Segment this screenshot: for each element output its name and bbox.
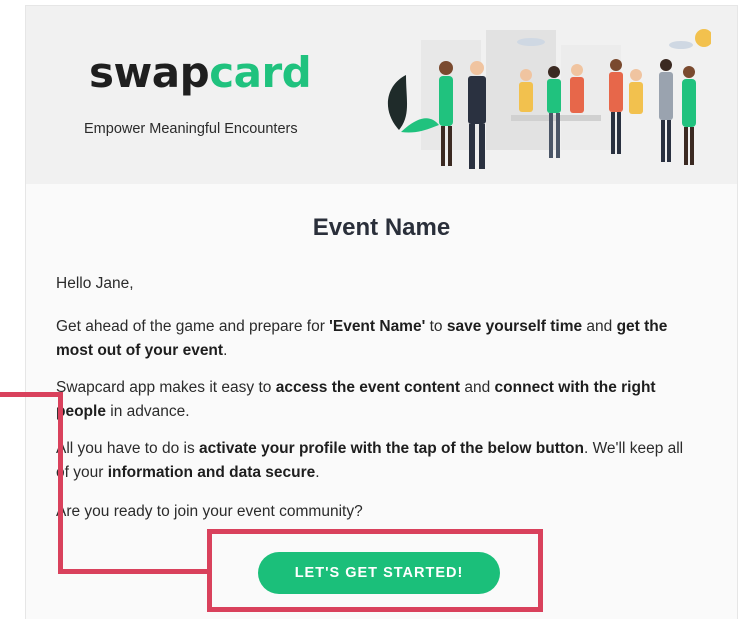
bold-text: activate your profile with the tap of th… [199,440,584,457]
swapcard-logo: swapcard [89,52,312,94]
text: in advance. [105,403,190,420]
text: and [460,379,495,396]
logo-card: card [209,48,312,97]
logo-swap: swap [89,48,210,97]
email-header: swapcard Empower Meaningful Encounters [26,6,737,184]
bold-text: information and data secure [107,464,316,481]
bold-text: access the event content [275,379,461,396]
people-networking-illustration [387,29,711,169]
text: Get ahead of the game and prepare for [56,318,330,335]
text: to [425,318,447,335]
question-text: Are you ready to join your event communi… [56,503,363,520]
annotation-highlight-box [207,529,543,612]
text: and [582,318,617,335]
text: All you have to do is [56,440,200,457]
text: Swapcard app makes it easy to [56,379,276,396]
tagline: Empower Meaningful Encounters [84,121,298,137]
paragraph-app: Swapcard app makes it easy to access the… [56,376,696,424]
text: . [223,342,228,359]
annotation-arrow-top [0,392,63,397]
email-card: swapcard Empower Meaningful Encounters E… [25,5,738,619]
event-title: Event Name [312,214,451,241]
bold-text: save yourself time [446,318,583,335]
paragraph-activate: All you have to do is activate your prof… [56,437,696,485]
text: . [315,464,320,481]
annotation-arrow-horizontal [58,569,210,574]
paragraph-prepare: Get ahead of the game and prepare for 'E… [56,315,696,363]
screenshot-stage: swapcard Empower Meaningful Encounters E… [0,0,741,619]
annotation-arrow-vertical [58,392,63,573]
greeting: Hello Jane, [56,275,134,292]
bold-text: 'Event Name' [329,318,426,335]
